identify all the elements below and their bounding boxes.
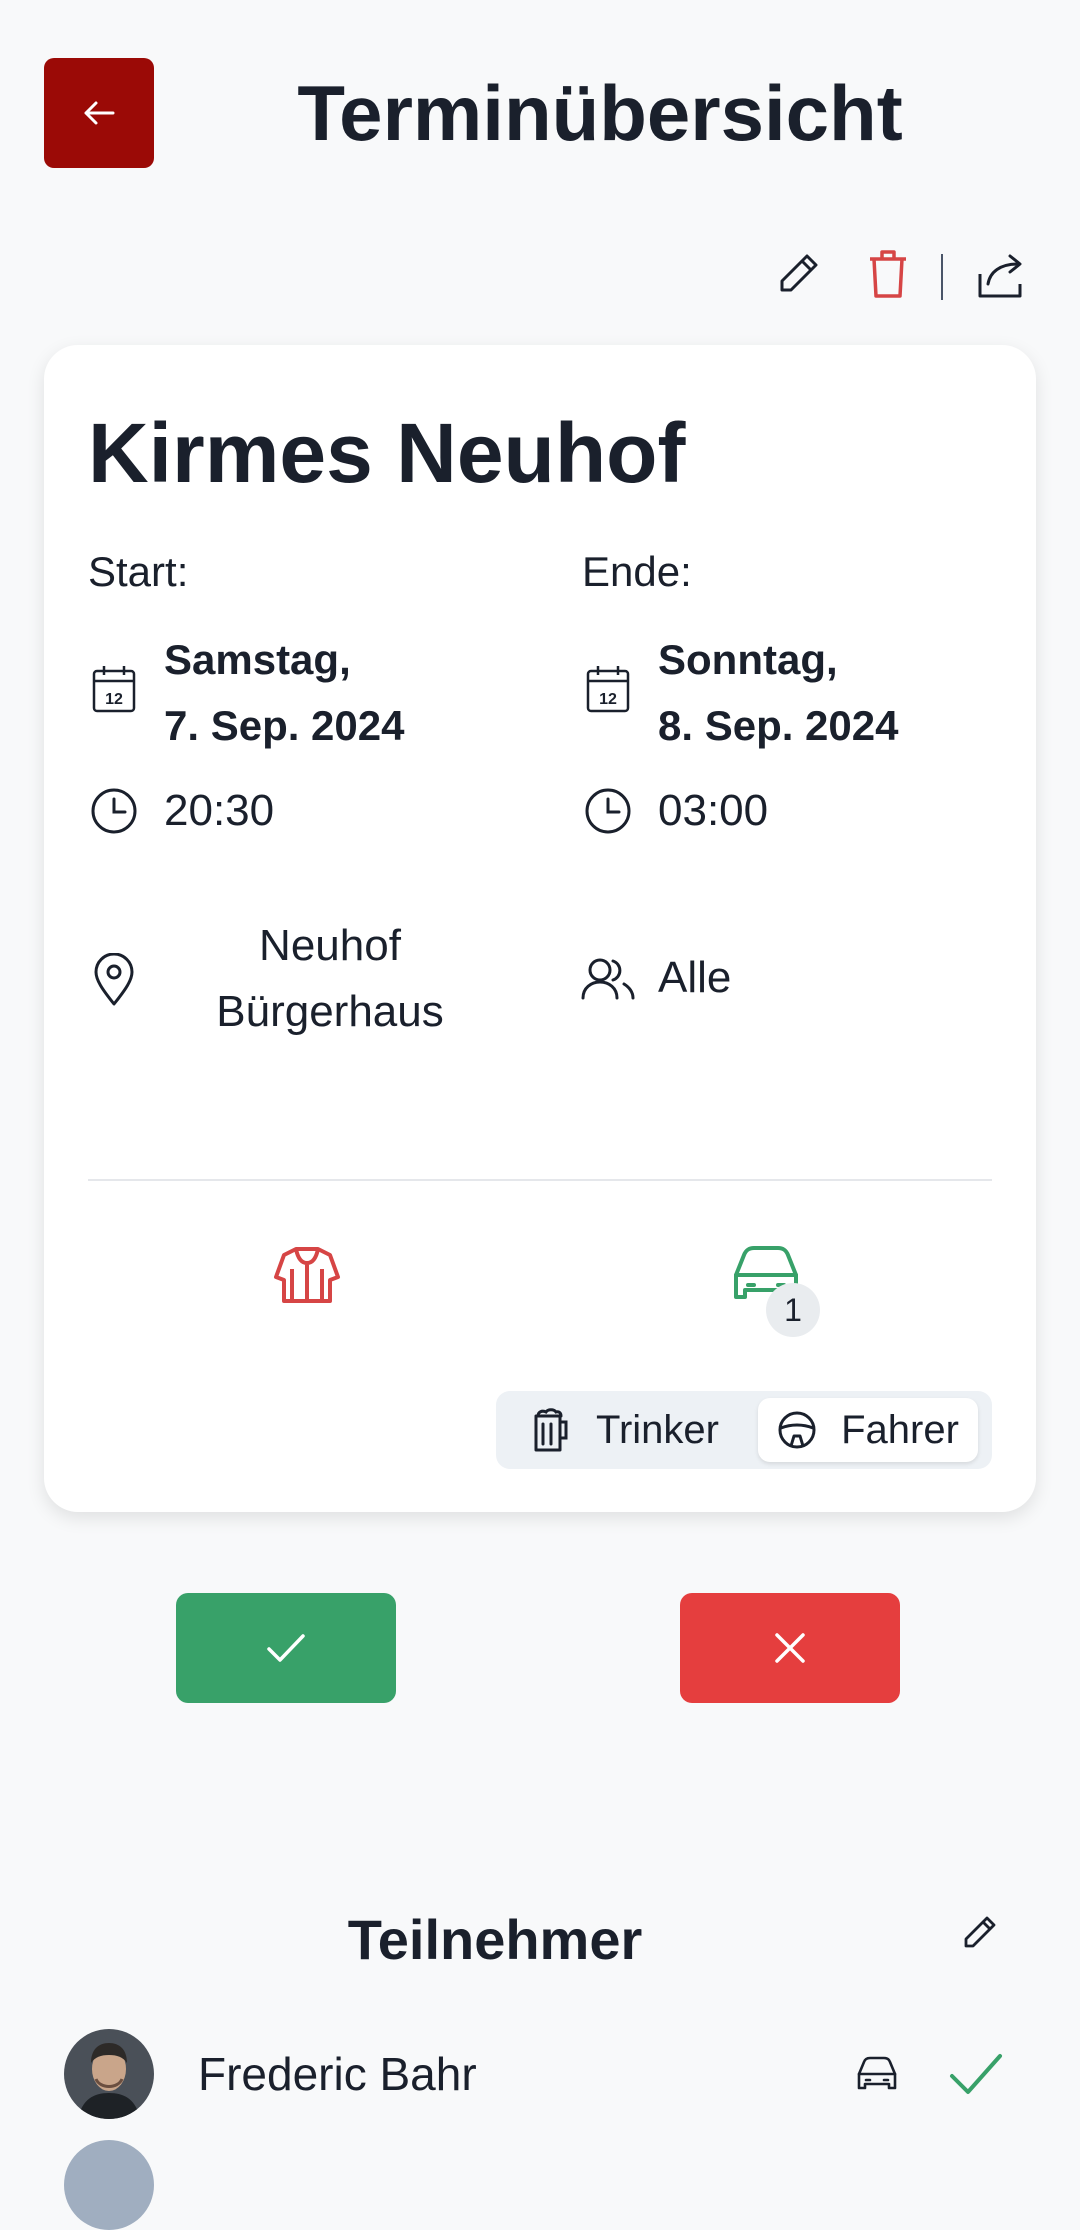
clock-icon [585,788,631,834]
edit-button[interactable] [770,246,826,302]
toolbar-divider [941,254,943,300]
driver-status: 1 [730,1245,820,1337]
share-button[interactable] [972,246,1032,306]
calendar-icon: 12 [92,666,136,713]
avatar [64,2029,154,2119]
role-toggle: Trinker Fahrer [496,1391,992,1469]
participants-title: Teilnehmer [347,1908,643,1971]
car-icon [857,2056,897,2090]
trash-icon [870,250,906,298]
back-button[interactable] [44,58,154,168]
arrow-left-icon [84,101,115,125]
card-divider [88,1179,992,1181]
event-title: Kirmes Neuhof [88,406,686,500]
end-time: 03:00 [658,786,769,835]
delete-button[interactable] [860,244,916,304]
pencil-icon [780,254,818,292]
share-icon [978,254,1022,298]
steering-wheel-icon [778,1411,816,1449]
location-line1: Neuhof [259,921,401,970]
list-item[interactable]: Frederic Bahr [0,2024,1080,2124]
x-icon [775,1633,805,1663]
avatar [64,2140,154,2230]
start-date-line1: Samstag, [164,636,351,683]
page-title: Terminübersicht [297,69,903,157]
start-time: 20:30 [164,786,275,835]
calendar-day: 12 [599,691,617,708]
clock-icon [91,788,137,834]
role-option-trinker-label: Trinker [596,1407,719,1452]
calendar-day: 12 [105,691,123,708]
event-card: Kirmes Neuhof Start: 12 Samstag, 7. Sep.… [44,345,1036,1512]
check-icon [267,1634,305,1662]
driver-count-badge: 1 [766,1283,820,1337]
location-pin-icon [94,953,134,1006]
end-date-line2: 8. Sep. 2024 [658,702,899,749]
decline-button[interactable] [680,1593,900,1703]
end-label: Ende: [582,548,692,595]
role-option-fahrer[interactable]: Fahrer [758,1398,978,1462]
location-line2: Bürgerhaus [216,987,444,1036]
jacket-icon [274,1247,340,1303]
users-icon [581,958,635,1000]
end-date-line1: Sonntag, [658,636,838,683]
group-value: Alle [658,953,732,1002]
check-icon [950,2054,1002,2094]
calendar-icon: 12 [586,666,630,713]
accept-button[interactable] [176,1593,396,1703]
role-option-trinker[interactable]: Trinker [532,1398,719,1462]
start-label: Start: [88,548,189,595]
participant-name: Frederic Bahr [198,2048,477,2100]
role-option-fahrer-label: Fahrer [841,1407,959,1452]
start-date-line2: 7. Sep. 2024 [164,702,405,749]
edit-participants-button[interactable] [952,1906,1006,1960]
pencil-icon [964,1916,996,1948]
beer-mug-icon [534,1408,568,1452]
